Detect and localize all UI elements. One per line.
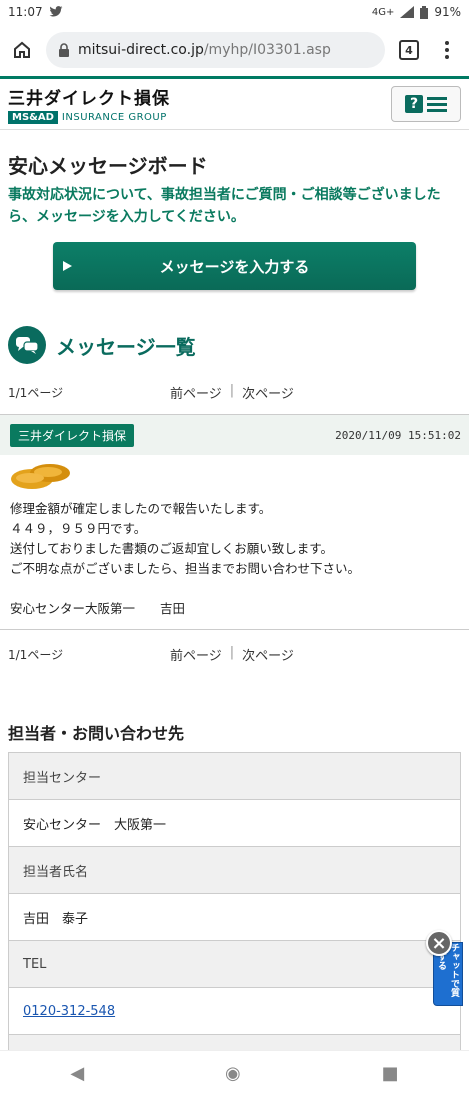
lock-icon <box>59 43 69 57</box>
battery-icon <box>420 5 429 19</box>
message-header: 三井ダイレクト損保 2020/11/09 15:51:02 <box>0 415 469 456</box>
page-count: 1/1ページ <box>8 385 64 400</box>
message-sender-badge: 三井ダイレクト損保 <box>10 423 135 447</box>
recents-icon[interactable]: ■ <box>382 1063 399 1084</box>
site-header: 三井ダイレクト損保 MS&AD INSURANCE GROUP ? <box>0 76 469 130</box>
help-icon: ? <box>405 95 423 113</box>
help-menu-button[interactable]: ? <box>391 86 461 122</box>
pager-separator: | <box>229 382 235 398</box>
message-line: 修理金額が確定しましたので報告いたします。 <box>10 501 272 517</box>
enter-message-button[interactable]: メッセージを入力する <box>53 242 416 291</box>
more-menu-icon[interactable] <box>433 36 461 64</box>
play-arrow-icon <box>63 261 72 272</box>
board-description: 事故対応状況について、事故担当者にご質問・ご相談等ございましたら、メッセージを入… <box>8 187 441 225</box>
message-list-header: メッセージ一覧 <box>0 308 469 374</box>
message-line: 送付しておりました書類のご返却宜しくお願い致します。 <box>10 541 334 557</box>
message-line: ご不明な点がございましたら、担当までお問い合わせ下さい。 <box>10 561 361 577</box>
phone-link[interactable]: 0120-312-548 <box>23 1004 115 1019</box>
pager-top: 1/1ページ 前ページ | 次ページ <box>0 374 469 410</box>
contact-value-row: 0120-312-548 <box>9 988 460 1036</box>
page-title: 安心メッセージボード <box>8 154 208 178</box>
brand-logo[interactable]: 三井ダイレクト損保 MS&AD INSURANCE GROUP <box>8 84 170 124</box>
contact-value: 吉田 泰子 <box>9 894 460 942</box>
contact-value: 安心センター 大阪第一 <box>9 800 460 848</box>
logo-text: 三井ダイレクト損保 <box>8 89 170 109</box>
twitter-icon <box>49 6 63 17</box>
browser-toolbar: mitsui-direct.co.jp/myhp/I03301.asp 4 <box>0 24 469 76</box>
contact-label: 担当センター <box>9 753 460 801</box>
page-count: 1/1ページ <box>8 647 64 662</box>
contact-label: 担当者氏名 <box>9 847 460 895</box>
pager-separator: | <box>229 644 235 660</box>
status-time: 11:07 <box>8 5 43 19</box>
prev-page-link[interactable]: 前ページ <box>170 383 222 402</box>
page: 11:07 4G+ 91% mitsui-direct.co.jp/myhp/I… <box>0 0 469 1096</box>
message-line: ４４９，９５９円です。 <box>10 521 147 537</box>
contact-label: TEL <box>9 941 460 989</box>
status-bar: 11:07 4G+ 91% <box>0 0 469 24</box>
tab-count: 4 <box>399 40 419 60</box>
message-body: 修理金額が確定しましたので報告いたします。 ４４９，９５９円です。 送付しており… <box>0 455 469 629</box>
message-item: 三井ダイレクト損保 2020/11/09 15:51:02 修理金額が確定しまし… <box>0 414 469 631</box>
url-path: /myhp/I03301.asp <box>203 42 331 58</box>
prev-page-link[interactable]: 前ページ <box>170 645 222 664</box>
main-content: 安心メッセージボード 事故対応状況について、事故担当者にご質問・ご相談等ございま… <box>0 130 469 1084</box>
url-bar[interactable]: mitsui-direct.co.jp/myhp/I03301.asp <box>46 32 385 68</box>
hamburger-icon <box>427 96 447 112</box>
battery-level: 91% <box>434 5 461 19</box>
close-chat-icon[interactable]: × <box>426 930 452 956</box>
message-list-title: メッセージ一覧 <box>56 334 196 359</box>
message-timestamp: 2020/11/09 15:51:02 <box>335 428 461 442</box>
tabs-button[interactable]: 4 <box>395 36 423 64</box>
signal-icon <box>400 6 415 18</box>
contact-table: 担当センター 安心センター 大阪第一 担当者氏名 吉田 泰子 TEL 0120-… <box>8 752 461 1084</box>
logo-badge: MS&AD <box>8 111 58 124</box>
back-icon[interactable]: ◀ <box>70 1063 84 1084</box>
url-host: mitsui-direct.co.jp <box>78 42 204 58</box>
home-nav-icon[interactable]: ◉ <box>225 1063 241 1084</box>
bread-stamp-icon <box>11 464 70 490</box>
chat-bubbles-icon <box>8 326 46 365</box>
next-page-link[interactable]: 次ページ <box>242 645 294 664</box>
contact-section-title: 担当者・お問い合わせ先 <box>8 724 185 744</box>
pager-bottom: 1/1ページ 前ページ | 次ページ <box>0 636 469 672</box>
next-page-link[interactable]: 次ページ <box>242 383 294 402</box>
network-indicator: 4G+ <box>371 6 395 18</box>
message-signature: 安心センター大阪第一 吉田 <box>10 601 186 617</box>
message-line <box>10 579 459 599</box>
home-icon[interactable] <box>8 36 36 64</box>
enter-message-label: メッセージを入力する <box>159 257 310 276</box>
android-nav-bar: ◀ ◉ ■ <box>0 1050 469 1096</box>
logo-group: INSURANCE GROUP <box>61 112 167 123</box>
